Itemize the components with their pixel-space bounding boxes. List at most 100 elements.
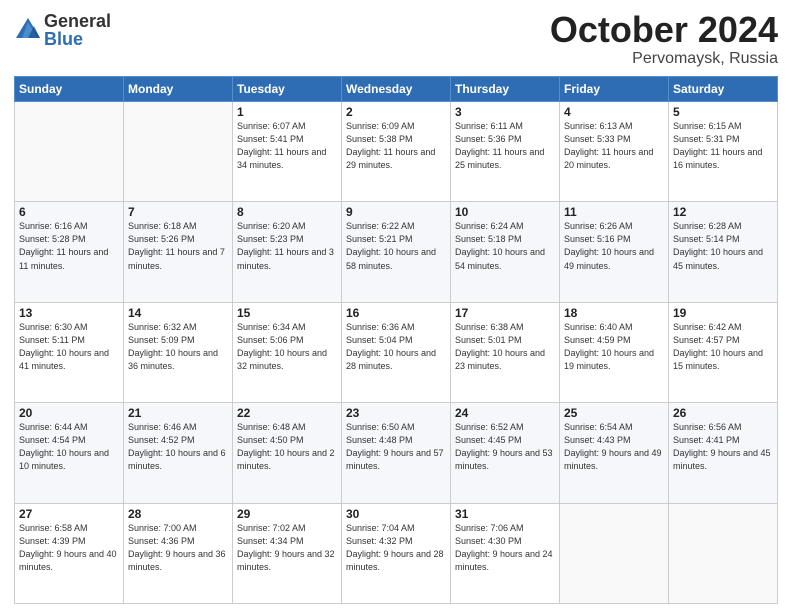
day-detail: Sunrise: 6:24 AM Sunset: 5:18 PM Dayligh… — [455, 220, 555, 272]
day-number: 3 — [455, 105, 555, 119]
day-number: 8 — [237, 205, 337, 219]
day-number: 14 — [128, 306, 228, 320]
day-number: 24 — [455, 406, 555, 420]
calendar-day-header: Monday — [124, 77, 233, 102]
day-number: 6 — [19, 205, 119, 219]
day-detail: Sunrise: 6:56 AM Sunset: 4:41 PM Dayligh… — [673, 421, 773, 473]
calendar-cell — [15, 102, 124, 202]
day-detail: Sunrise: 6:38 AM Sunset: 5:01 PM Dayligh… — [455, 321, 555, 373]
day-number: 18 — [564, 306, 664, 320]
calendar-cell: 27Sunrise: 6:58 AM Sunset: 4:39 PM Dayli… — [15, 503, 124, 603]
page-container: General Blue October 2024 Pervomaysk, Ru… — [0, 0, 792, 612]
calendar-cell: 13Sunrise: 6:30 AM Sunset: 5:11 PM Dayli… — [15, 302, 124, 402]
calendar-cell — [669, 503, 778, 603]
day-detail: Sunrise: 6:20 AM Sunset: 5:23 PM Dayligh… — [237, 220, 337, 272]
calendar-day-header: Wednesday — [342, 77, 451, 102]
calendar-cell: 16Sunrise: 6:36 AM Sunset: 5:04 PM Dayli… — [342, 302, 451, 402]
calendar-cell: 10Sunrise: 6:24 AM Sunset: 5:18 PM Dayli… — [451, 202, 560, 302]
day-detail: Sunrise: 7:06 AM Sunset: 4:30 PM Dayligh… — [455, 522, 555, 574]
calendar-cell: 22Sunrise: 6:48 AM Sunset: 4:50 PM Dayli… — [233, 403, 342, 503]
day-detail: Sunrise: 6:50 AM Sunset: 4:48 PM Dayligh… — [346, 421, 446, 473]
logo-icon — [14, 16, 42, 44]
day-number: 17 — [455, 306, 555, 320]
calendar-cell — [560, 503, 669, 603]
day-detail: Sunrise: 6:42 AM Sunset: 4:57 PM Dayligh… — [673, 321, 773, 373]
day-number: 19 — [673, 306, 773, 320]
day-number: 21 — [128, 406, 228, 420]
calendar-cell: 14Sunrise: 6:32 AM Sunset: 5:09 PM Dayli… — [124, 302, 233, 402]
calendar-day-header: Friday — [560, 77, 669, 102]
calendar-week-row: 20Sunrise: 6:44 AM Sunset: 4:54 PM Dayli… — [15, 403, 778, 503]
day-detail: Sunrise: 6:22 AM Sunset: 5:21 PM Dayligh… — [346, 220, 446, 272]
day-detail: Sunrise: 6:11 AM Sunset: 5:36 PM Dayligh… — [455, 120, 555, 172]
calendar-cell: 21Sunrise: 6:46 AM Sunset: 4:52 PM Dayli… — [124, 403, 233, 503]
calendar-cell: 19Sunrise: 6:42 AM Sunset: 4:57 PM Dayli… — [669, 302, 778, 402]
calendar-cell: 15Sunrise: 6:34 AM Sunset: 5:06 PM Dayli… — [233, 302, 342, 402]
day-number: 31 — [455, 507, 555, 521]
calendar-week-row: 6Sunrise: 6:16 AM Sunset: 5:28 PM Daylig… — [15, 202, 778, 302]
calendar-cell: 23Sunrise: 6:50 AM Sunset: 4:48 PM Dayli… — [342, 403, 451, 503]
day-number: 11 — [564, 205, 664, 219]
calendar-week-row: 27Sunrise: 6:58 AM Sunset: 4:39 PM Dayli… — [15, 503, 778, 603]
title-block: October 2024 Pervomaysk, Russia — [550, 12, 778, 68]
day-detail: Sunrise: 6:15 AM Sunset: 5:31 PM Dayligh… — [673, 120, 773, 172]
logo-general: General — [44, 12, 111, 30]
day-detail: Sunrise: 7:04 AM Sunset: 4:32 PM Dayligh… — [346, 522, 446, 574]
day-number: 27 — [19, 507, 119, 521]
day-number: 2 — [346, 105, 446, 119]
calendar-cell: 25Sunrise: 6:54 AM Sunset: 4:43 PM Dayli… — [560, 403, 669, 503]
day-detail: Sunrise: 6:58 AM Sunset: 4:39 PM Dayligh… — [19, 522, 119, 574]
day-number: 1 — [237, 105, 337, 119]
day-number: 12 — [673, 205, 773, 219]
day-number: 16 — [346, 306, 446, 320]
logo: General Blue — [14, 12, 111, 48]
calendar-cell: 12Sunrise: 6:28 AM Sunset: 5:14 PM Dayli… — [669, 202, 778, 302]
day-detail: Sunrise: 6:18 AM Sunset: 5:26 PM Dayligh… — [128, 220, 228, 272]
day-number: 28 — [128, 507, 228, 521]
day-number: 20 — [19, 406, 119, 420]
day-number: 5 — [673, 105, 773, 119]
day-detail: Sunrise: 6:48 AM Sunset: 4:50 PM Dayligh… — [237, 421, 337, 473]
day-detail: Sunrise: 6:46 AM Sunset: 4:52 PM Dayligh… — [128, 421, 228, 473]
title-location: Pervomaysk, Russia — [550, 50, 778, 68]
calendar-cell: 26Sunrise: 6:56 AM Sunset: 4:41 PM Dayli… — [669, 403, 778, 503]
calendar-cell: 5Sunrise: 6:15 AM Sunset: 5:31 PM Daylig… — [669, 102, 778, 202]
calendar-cell: 7Sunrise: 6:18 AM Sunset: 5:26 PM Daylig… — [124, 202, 233, 302]
day-detail: Sunrise: 6:54 AM Sunset: 4:43 PM Dayligh… — [564, 421, 664, 473]
calendar-cell: 24Sunrise: 6:52 AM Sunset: 4:45 PM Dayli… — [451, 403, 560, 503]
calendar-cell: 1Sunrise: 6:07 AM Sunset: 5:41 PM Daylig… — [233, 102, 342, 202]
day-number: 26 — [673, 406, 773, 420]
header: General Blue October 2024 Pervomaysk, Ru… — [14, 12, 778, 68]
day-number: 10 — [455, 205, 555, 219]
calendar-day-header: Saturday — [669, 77, 778, 102]
day-detail: Sunrise: 6:32 AM Sunset: 5:09 PM Dayligh… — [128, 321, 228, 373]
calendar-header-row: SundayMondayTuesdayWednesdayThursdayFrid… — [15, 77, 778, 102]
calendar-table: SundayMondayTuesdayWednesdayThursdayFrid… — [14, 76, 778, 604]
calendar-cell: 2Sunrise: 6:09 AM Sunset: 5:38 PM Daylig… — [342, 102, 451, 202]
calendar-cell: 30Sunrise: 7:04 AM Sunset: 4:32 PM Dayli… — [342, 503, 451, 603]
day-number: 23 — [346, 406, 446, 420]
day-number: 9 — [346, 205, 446, 219]
day-detail: Sunrise: 6:40 AM Sunset: 4:59 PM Dayligh… — [564, 321, 664, 373]
day-number: 30 — [346, 507, 446, 521]
day-detail: Sunrise: 6:16 AM Sunset: 5:28 PM Dayligh… — [19, 220, 119, 272]
calendar-cell: 8Sunrise: 6:20 AM Sunset: 5:23 PM Daylig… — [233, 202, 342, 302]
calendar-cell: 31Sunrise: 7:06 AM Sunset: 4:30 PM Dayli… — [451, 503, 560, 603]
day-detail: Sunrise: 6:26 AM Sunset: 5:16 PM Dayligh… — [564, 220, 664, 272]
calendar-cell: 29Sunrise: 7:02 AM Sunset: 4:34 PM Dayli… — [233, 503, 342, 603]
day-detail: Sunrise: 6:44 AM Sunset: 4:54 PM Dayligh… — [19, 421, 119, 473]
day-number: 4 — [564, 105, 664, 119]
day-detail: Sunrise: 6:07 AM Sunset: 5:41 PM Dayligh… — [237, 120, 337, 172]
calendar-cell — [124, 102, 233, 202]
calendar-cell: 6Sunrise: 6:16 AM Sunset: 5:28 PM Daylig… — [15, 202, 124, 302]
day-number: 7 — [128, 205, 228, 219]
calendar-cell: 9Sunrise: 6:22 AM Sunset: 5:21 PM Daylig… — [342, 202, 451, 302]
calendar-cell: 17Sunrise: 6:38 AM Sunset: 5:01 PM Dayli… — [451, 302, 560, 402]
logo-blue: Blue — [44, 30, 111, 48]
calendar-week-row: 1Sunrise: 6:07 AM Sunset: 5:41 PM Daylig… — [15, 102, 778, 202]
calendar-cell: 3Sunrise: 6:11 AM Sunset: 5:36 PM Daylig… — [451, 102, 560, 202]
day-detail: Sunrise: 6:34 AM Sunset: 5:06 PM Dayligh… — [237, 321, 337, 373]
calendar-cell: 28Sunrise: 7:00 AM Sunset: 4:36 PM Dayli… — [124, 503, 233, 603]
calendar-week-row: 13Sunrise: 6:30 AM Sunset: 5:11 PM Dayli… — [15, 302, 778, 402]
day-number: 25 — [564, 406, 664, 420]
